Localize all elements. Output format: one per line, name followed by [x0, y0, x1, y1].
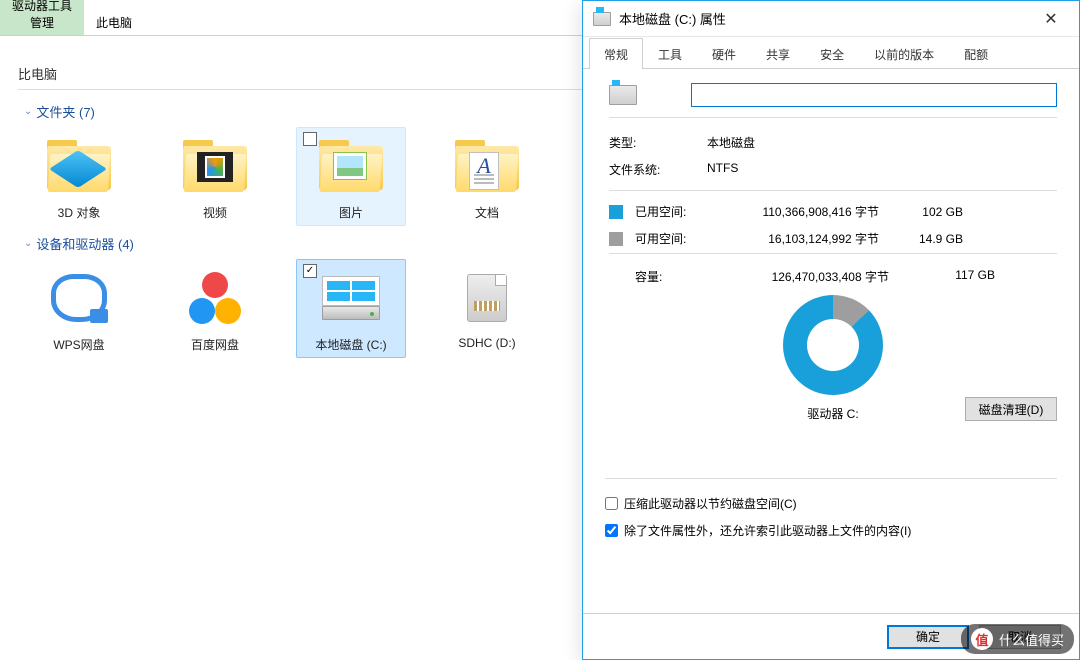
- dialog-tabs: 常规 工具 硬件 共享 安全 以前的版本 配额: [583, 37, 1079, 69]
- value-capacity-bytes: 126,470,033,408 字节: [745, 268, 905, 285]
- value-free-gb: 14.9 GB: [895, 232, 963, 246]
- index-checkbox-row[interactable]: 除了文件属性外，还允许索引此驱动器上文件的内容(I): [605, 522, 1057, 539]
- label-capacity: 容量:: [635, 268, 745, 285]
- drive-icon: [593, 12, 611, 26]
- item-label: 视频: [163, 204, 267, 221]
- compress-checkbox-row[interactable]: 压缩此驱动器以节约磁盘空间(C): [605, 495, 1057, 512]
- checkbox-checked-icon[interactable]: ✓: [303, 264, 317, 278]
- item-label: 图片: [299, 204, 403, 221]
- picture-icon: [333, 152, 367, 180]
- label-free: 可用空间:: [635, 230, 719, 247]
- document-icon: A: [469, 152, 499, 190]
- item-label: 3D 对象: [27, 204, 131, 221]
- device-baidu-cloud[interactable]: 百度网盘: [160, 259, 270, 358]
- dialog-body: 类型: 本地磁盘 文件系统: NTFS 已用空间: 110,366,908,41…: [583, 69, 1079, 613]
- folder-documents[interactable]: A 文档: [432, 127, 542, 226]
- dialog-title: 本地磁盘 (C:) 属性: [619, 9, 726, 28]
- value-filesystem: NTFS: [707, 161, 1057, 178]
- ok-button[interactable]: 确定: [887, 625, 969, 649]
- tab-sharing[interactable]: 共享: [751, 38, 805, 69]
- folder-videos[interactable]: 视频: [160, 127, 270, 226]
- watermark-text: 什么值得买: [999, 630, 1064, 649]
- folder-pictures[interactable]: 图片: [296, 127, 406, 226]
- tab-tools[interactable]: 工具: [643, 38, 697, 69]
- label-type: 类型:: [609, 134, 707, 151]
- label-filesystem: 文件系统:: [609, 161, 707, 178]
- label-used: 已用空间:: [635, 203, 719, 220]
- tab-previous-versions[interactable]: 以前的版本: [859, 38, 949, 69]
- compress-checkbox[interactable]: [605, 497, 618, 510]
- device-wps-cloud[interactable]: WPS网盘: [24, 259, 134, 358]
- index-checkbox[interactable]: [605, 524, 618, 537]
- value-type: 本地磁盘: [707, 134, 1057, 151]
- checkbox-icon[interactable]: [303, 132, 317, 146]
- drive-icon: [322, 276, 380, 320]
- film-icon: [197, 152, 233, 182]
- folder-3d-objects[interactable]: 3D 对象: [24, 127, 134, 226]
- item-label: 百度网盘: [163, 336, 267, 353]
- tab-hardware[interactable]: 硬件: [697, 38, 751, 69]
- swatch-used: [609, 205, 623, 219]
- dialog-titlebar[interactable]: 本地磁盘 (C:) 属性 ✕: [583, 1, 1079, 37]
- close-button[interactable]: ✕: [1033, 9, 1069, 29]
- swatch-free: [609, 232, 623, 246]
- item-label: 本地磁盘 (C:): [299, 336, 403, 353]
- tab-security[interactable]: 安全: [805, 38, 859, 69]
- disk-cleanup-button[interactable]: 磁盘清理(D): [965, 397, 1057, 421]
- value-capacity-gb: 117 GB: [905, 268, 995, 285]
- usage-pie-chart: [783, 295, 883, 395]
- cloud-icon: [51, 274, 107, 322]
- value-used-gb: 102 GB: [895, 205, 963, 219]
- sd-card-icon: [467, 274, 507, 322]
- watermark: 值 什么值得买: [961, 624, 1074, 654]
- chevron-down-icon: ⌄: [24, 106, 32, 117]
- ribbon-tab-this-pc[interactable]: 此电脑: [84, 14, 144, 35]
- device-local-disk-c[interactable]: ✓ 本地磁盘 (C:): [296, 259, 406, 358]
- properties-dialog: 本地磁盘 (C:) 属性 ✕ 常规 工具 硬件 共享 安全 以前的版本 配额 类…: [582, 0, 1080, 660]
- watermark-badge: 值: [971, 628, 993, 650]
- tab-quota[interactable]: 配额: [949, 38, 1003, 69]
- baidu-icon: [189, 272, 241, 324]
- drive-name-input[interactable]: [691, 83, 1057, 107]
- item-label: WPS网盘: [27, 336, 131, 353]
- tab-general[interactable]: 常规: [589, 38, 643, 69]
- value-used-bytes: 110,366,908,416 字节: [727, 203, 887, 220]
- device-sdhc-d[interactable]: SDHC (D:): [432, 259, 542, 358]
- value-free-bytes: 16,103,124,992 字节: [727, 230, 887, 247]
- item-label: SDHC (D:): [435, 336, 539, 350]
- item-label: 文档: [435, 204, 539, 221]
- chevron-down-icon: ⌄: [24, 238, 32, 249]
- ribbon-label-manage: 管理: [12, 14, 72, 31]
- drive-icon: [609, 85, 637, 105]
- ribbon-contextual-drive-tools[interactable]: 驱动器工具 管理: [0, 0, 84, 35]
- ribbon-label-drive-tools: 驱动器工具: [12, 0, 72, 14]
